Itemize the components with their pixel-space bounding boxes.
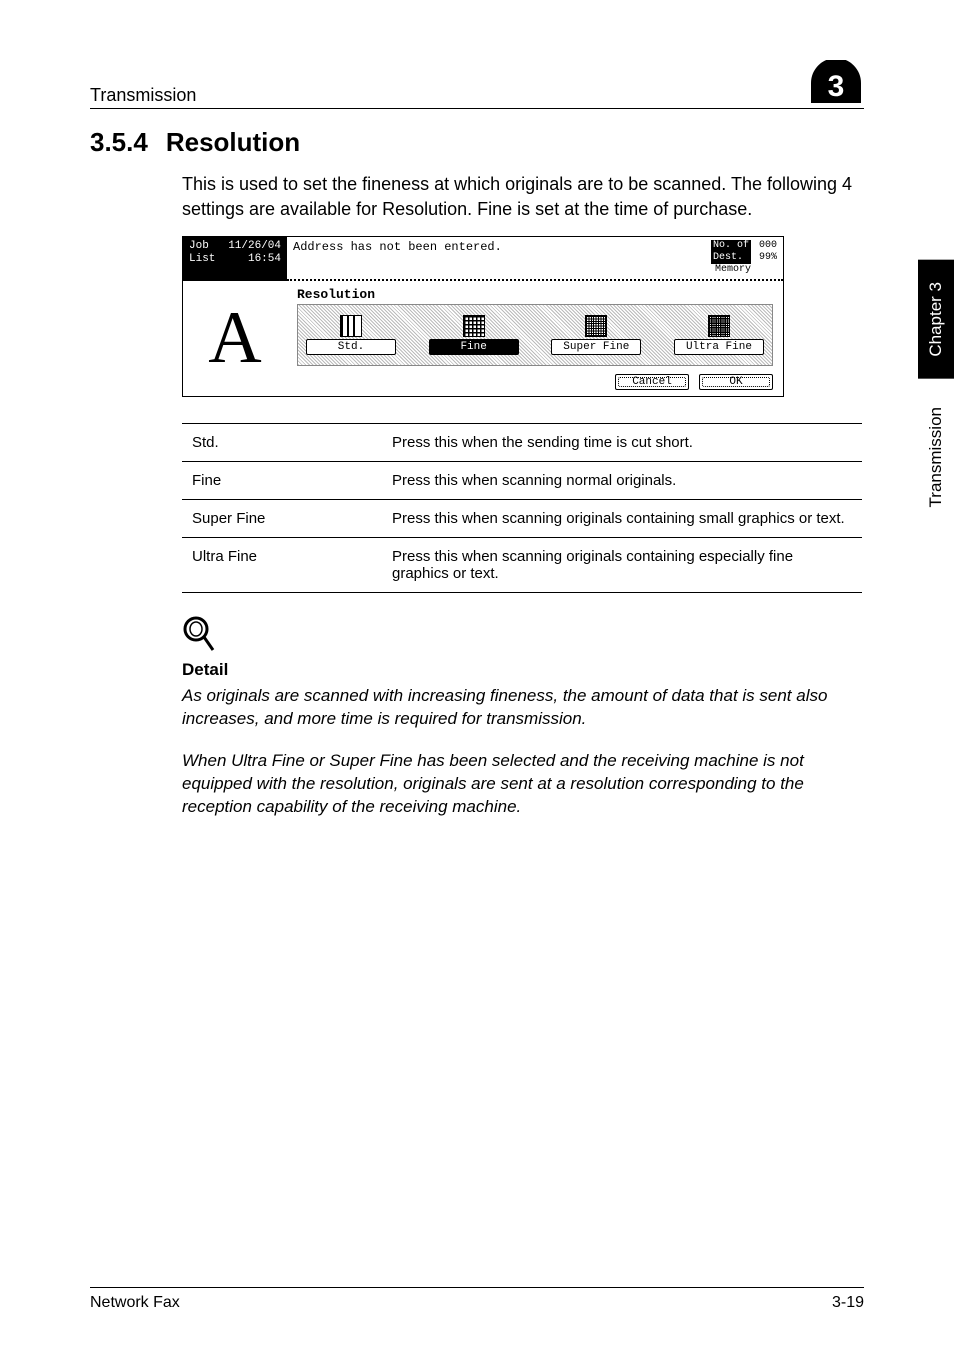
job-label-1: Job [189, 240, 215, 253]
chapter-number-badge: 3 [808, 60, 864, 106]
section-header: Transmission [90, 85, 196, 106]
row-val: Press this when scanning originals conta… [382, 499, 862, 537]
detail-paragraph-2: When Ultra Fine or Super Fine has been s… [90, 749, 864, 819]
row-key: Fine [182, 461, 382, 499]
job-time: 16:54 [248, 253, 281, 266]
side-tabs: Chapter 3 Transmission [918, 260, 954, 529]
std-button[interactable]: Std. [306, 339, 396, 355]
detail-paragraph-1: As originals are scanned with increasing… [90, 684, 864, 731]
footer-left: Network Fax [90, 1294, 180, 1312]
cancel-button[interactable]: Cancel [615, 374, 689, 390]
job-list-tab[interactable]: Job List 11/26/04 16:54 [183, 237, 287, 281]
detail-heading: Detail [182, 660, 864, 680]
table-row: Fine Press this when scanning normal ori… [182, 461, 862, 499]
row-key: Ultra Fine [182, 537, 382, 592]
super-fine-button[interactable]: Super Fine [551, 339, 641, 355]
heading-title: Resolution [166, 127, 300, 157]
row-val: Press this when scanning originals conta… [382, 537, 862, 592]
lcd-panel: Job List 11/26/04 16:54 Address has not … [182, 236, 784, 397]
side-tab-chapter: Chapter 3 [918, 260, 954, 379]
ultra-fine-button[interactable]: Ultra Fine [674, 339, 764, 355]
resolution-table: Std. Press this when the sending time is… [182, 423, 862, 593]
row-key: Std. [182, 423, 382, 461]
heading-number: 3.5.4 [90, 127, 148, 158]
memory-label: Memory [715, 264, 751, 276]
std-icon [340, 315, 362, 337]
job-date: 11/26/04 [228, 240, 281, 253]
status-message: Address has not been entered. [293, 240, 502, 276]
job-label-2: List [189, 253, 215, 266]
intro-paragraph: This is used to set the fineness at whic… [90, 172, 864, 222]
side-tab-section: Transmission [918, 385, 954, 529]
panel-title: Resolution [297, 287, 773, 302]
dest-label: No. ofDest. [711, 240, 751, 264]
original-preview-icon: A [183, 281, 287, 396]
row-key: Super Fine [182, 499, 382, 537]
svg-text:3: 3 [828, 70, 845, 103]
table-row: Ultra Fine Press this when scanning orig… [182, 537, 862, 592]
table-row: Std. Press this when the sending time is… [182, 423, 862, 461]
fine-button[interactable]: Fine [429, 339, 519, 355]
memory-percent: 99% [759, 252, 777, 264]
heading: 3.5.4 Resolution [90, 127, 864, 158]
super-fine-icon [585, 315, 607, 337]
fine-icon [463, 315, 485, 337]
dest-count: 000 [759, 240, 777, 252]
row-val: Press this when scanning normal original… [382, 461, 862, 499]
row-val: Press this when the sending time is cut … [382, 423, 862, 461]
ok-button[interactable]: OK [699, 374, 773, 390]
footer-right: 3-19 [832, 1294, 864, 1312]
magnifier-icon [182, 615, 864, 658]
ultra-fine-icon [708, 315, 730, 337]
table-row: Super Fine Press this when scanning orig… [182, 499, 862, 537]
